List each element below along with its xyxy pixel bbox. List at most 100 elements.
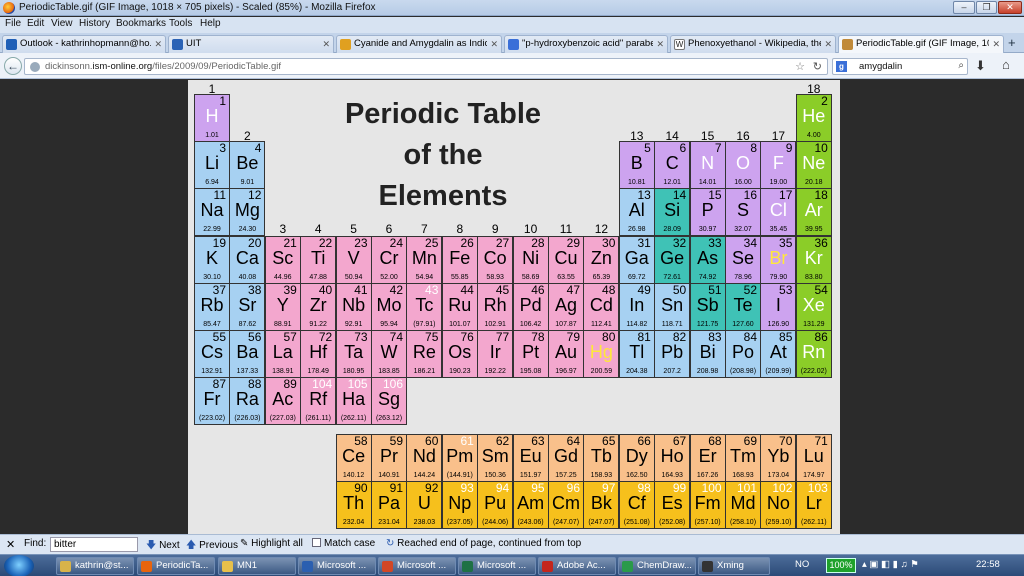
atomic-mass: 132.91: [201, 368, 223, 375]
atomic-mass: (262.11): [801, 519, 827, 526]
menu-bookmarks[interactable]: Bookmarks: [116, 18, 166, 29]
bookmark-star-icon[interactable]: ☆: [795, 60, 805, 73]
element-cell-y: 39 Y 88.91: [264, 282, 301, 331]
minimize-button[interactable]: –: [953, 1, 975, 14]
tab-close-icon[interactable]: ✕: [154, 36, 162, 52]
taskbar-button[interactable]: Adobe Ac...: [538, 557, 616, 575]
match-case-checkbox[interactable]: Match case: [312, 538, 375, 549]
taskbar-button[interactable]: Microsoft ...: [298, 557, 376, 575]
element-symbol: Yb: [767, 446, 790, 466]
atomic-mass: (257.10): [694, 519, 721, 526]
atomic-mass: (222.02): [800, 368, 827, 375]
search-input[interactable]: amygdalin: [859, 61, 902, 72]
taskbar-button[interactable]: MN1: [218, 557, 296, 575]
arrow-up-icon: 🡅: [186, 540, 197, 551]
reload-icon[interactable]: ↻: [813, 60, 822, 73]
element-cell-ar: 18 Ar 39.95: [795, 188, 832, 237]
close-button[interactable]: ✕: [998, 1, 1022, 14]
taskbar-label: Xming: [717, 560, 744, 571]
find-close-icon[interactable]: ✕: [6, 538, 15, 551]
menu-edit[interactable]: Edit: [27, 18, 44, 29]
element-symbol: La: [272, 342, 293, 362]
element-symbol: Re: [412, 342, 436, 362]
atomic-mass: 69.72: [628, 273, 646, 281]
atomic-mass: 208.98: [696, 368, 719, 375]
google-search-engine-icon[interactable]: g: [836, 61, 847, 72]
atomic-mass: 35.45: [769, 226, 788, 234]
atomic-mass: 39.95: [805, 226, 823, 234]
element-cell-nd: 60 Nd 144.24: [406, 434, 443, 482]
element-symbol: Ir: [489, 342, 501, 362]
element-symbol: Ca: [235, 247, 259, 268]
element-cell-no: 102 No (259.10): [760, 481, 797, 529]
element-symbol: Tc: [415, 294, 434, 315]
element-cell-ac: 89 Ac (227.03): [264, 377, 301, 426]
group-number: 10: [523, 222, 538, 236]
menu-view[interactable]: View: [51, 18, 73, 29]
menu-history[interactable]: History: [79, 18, 110, 29]
menu-file[interactable]: File: [5, 18, 21, 29]
element-cell-rb: 37 Rb 85.47: [194, 282, 230, 331]
element-symbol: V: [347, 247, 360, 268]
menu-tools[interactable]: Tools: [169, 18, 192, 29]
tab-uit[interactable]: UIT ✕: [168, 35, 334, 53]
taskbar-button[interactable]: ChemDraw...: [618, 557, 696, 575]
search-bar[interactable]: g amygdalin ⌕: [832, 58, 968, 75]
search-icon[interactable]: ⌕: [958, 60, 964, 71]
find-status: ↻ Reached end of page, continued from to…: [386, 538, 582, 549]
element-symbol: Th: [343, 493, 365, 513]
back-button[interactable]: ←: [4, 57, 22, 75]
find-next-button[interactable]: 🡇 Next: [146, 538, 180, 555]
url-bar[interactable]: dickinsonn.ism-online.org/files/2009/09/…: [24, 58, 828, 75]
taskbar-button[interactable]: Microsoft ...: [378, 557, 456, 575]
element-cell-pt: 78 Pt 195.08: [512, 330, 549, 378]
tab-google-search[interactable]: "p-hydroxybenzoic acid" parabe... ✕: [504, 35, 668, 53]
maximize-button[interactable]: ❐: [976, 1, 997, 14]
tab-close-icon[interactable]: ✕: [322, 36, 330, 52]
element-symbol: Pt: [522, 342, 540, 362]
tab-cyanide[interactable]: Cyanide and Amygdalin as Indic... ✕: [336, 35, 502, 53]
taskbar-button[interactable]: Xming: [698, 557, 770, 575]
download-icon[interactable]: ⬇: [975, 58, 986, 74]
battery-indicator[interactable]: 100%: [826, 558, 856, 573]
atomic-mass: 231.04: [378, 519, 400, 526]
atomic-mass: 54.94: [415, 273, 434, 281]
new-tab-button[interactable]: +: [1008, 35, 1016, 50]
element-symbol: Ta: [344, 342, 364, 362]
start-button[interactable]: [4, 555, 34, 576]
url-text[interactable]: dickinsonn.ism-online.org/files/2009/09/…: [45, 61, 281, 72]
taskbar-button[interactable]: kathrin@st...: [56, 557, 134, 575]
taskbar-button[interactable]: PeriodicTa...: [137, 557, 215, 575]
element-symbol: Sn: [661, 294, 684, 315]
element-symbol: Mg: [234, 200, 260, 221]
atomic-mass: (252.08): [659, 519, 686, 526]
tab-close-icon[interactable]: ✕: [656, 36, 664, 52]
menu-help[interactable]: Help: [200, 18, 221, 29]
tab-close-icon[interactable]: ✕: [824, 36, 832, 52]
atomic-mass: 174.97: [803, 472, 825, 479]
element-symbol: Rh: [483, 294, 507, 315]
atomic-mass: (247.07): [552, 519, 580, 526]
tab-outlook[interactable]: Outlook - kathrinhopmann@ho... ✕: [2, 35, 166, 53]
clock[interactable]: 22:58: [976, 559, 1000, 570]
highlight-all-button[interactable]: ✎ Highlight all: [240, 538, 303, 549]
element-cell-hg: 80 Hg 200.59: [583, 330, 620, 378]
atomic-mass: 50.94: [344, 273, 363, 281]
home-icon[interactable]: ⌂: [1002, 57, 1010, 72]
element-cell-c: 6 C 12.01: [654, 141, 691, 190]
tray-icons[interactable]: ▴ ▣ ◧ ▮ ♫ ⚑: [862, 559, 919, 570]
atomic-mass: 44.96: [274, 273, 292, 281]
element-symbol: Np: [448, 493, 472, 513]
atomic-mass: 158.93: [590, 472, 613, 479]
find-input[interactable]: bitter: [50, 537, 138, 552]
language-indicator[interactable]: NO: [795, 559, 809, 570]
element-cell-i: 53 I 126.90: [760, 282, 797, 331]
atomic-mass: (247.07): [588, 519, 615, 526]
tab-close-icon[interactable]: ✕: [490, 36, 498, 52]
element-cell-os: 76 Os 190.23: [441, 330, 478, 378]
tab-close-icon[interactable]: ✕: [992, 36, 1000, 52]
find-previous-button[interactable]: 🡅 Previous: [186, 538, 238, 555]
tab-periodic-table[interactable]: PeriodicTable.gif (GIF Image, 10... ✕: [838, 35, 1004, 53]
tab-wikipedia[interactable]: W Phenoxyethanol - Wikipedia, the... ✕: [670, 35, 836, 53]
taskbar-button[interactable]: Microsoft ...: [458, 557, 536, 575]
